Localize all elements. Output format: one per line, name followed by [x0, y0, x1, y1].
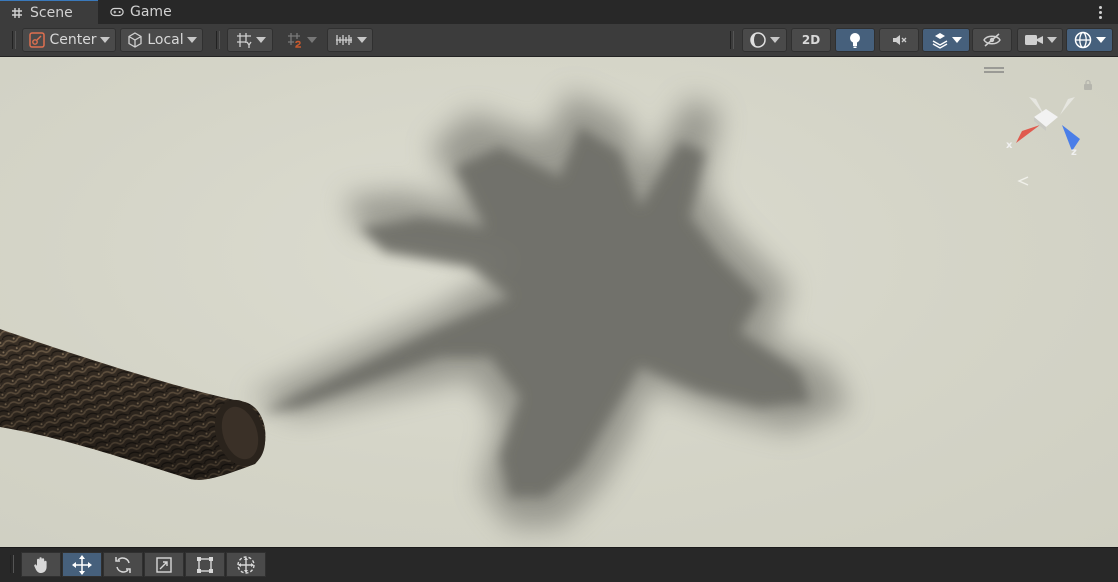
gamepad-icon: [110, 5, 124, 19]
scene-render: [0, 92, 850, 527]
audio-toggle[interactable]: [879, 28, 919, 52]
shading-sphere-icon: [749, 31, 767, 49]
more-options-icon[interactable]: [1092, 3, 1108, 21]
pivot-rotation-dropdown[interactable]: Local: [120, 28, 203, 52]
hand-tool-button[interactable]: [21, 552, 61, 577]
chevron-down-icon: [99, 37, 110, 43]
palm-shadow: [250, 92, 850, 527]
ruler-dropdown[interactable]: [327, 28, 373, 52]
hash-icon: [10, 6, 24, 20]
pivot-mode-dropdown[interactable]: Center: [22, 28, 116, 52]
ruler-icon: [334, 31, 354, 49]
projection-back-icon[interactable]: [1016, 175, 1030, 187]
scene-camera-dropdown[interactable]: [1017, 28, 1063, 52]
chevron-down-icon: [1046, 37, 1057, 43]
tab-scene[interactable]: Scene: [0, 0, 98, 24]
toolbar-grip: [12, 31, 16, 49]
transform-icon: [235, 554, 257, 576]
eye-hidden-icon: [982, 31, 1002, 49]
tab-game[interactable]: Game: [100, 0, 180, 24]
toolbar-grip: [730, 31, 734, 49]
pivot-rotation-label: Local: [147, 32, 184, 48]
gizmos-globe-icon: [1073, 30, 1093, 50]
hand-icon: [31, 555, 51, 575]
chevron-down-icon: [255, 37, 266, 43]
rotate-tool-button[interactable]: [103, 552, 143, 577]
lighting-toggle[interactable]: [835, 28, 875, 52]
overlay-menu-handle[interactable]: [984, 67, 1004, 73]
tab-scene-label: Scene: [30, 4, 73, 21]
camera-icon: [1024, 33, 1044, 47]
orientation-gizmo[interactable]: x z: [1004, 93, 1088, 186]
increment-snapping-dropdown[interactable]: [278, 28, 324, 52]
shading-mode-dropdown[interactable]: [742, 28, 787, 52]
audio-muted-icon: [890, 31, 908, 49]
axis-z-label: z: [1071, 147, 1077, 158]
lock-icon[interactable]: [1083, 79, 1093, 91]
layers-effects-icon: [931, 31, 949, 49]
toolbar-grip: [10, 555, 14, 573]
toggle-2d-button[interactable]: 2D: [791, 28, 831, 52]
scale-icon: [154, 555, 174, 575]
toolbar-grip: [216, 31, 220, 49]
axis-x-label: x: [1006, 140, 1013, 151]
pivot-center-icon: [28, 31, 46, 49]
rotate-icon: [113, 555, 133, 575]
palm-trunk: [0, 329, 266, 480]
scale-tool-button[interactable]: [144, 552, 184, 577]
tab-game-label: Game: [130, 4, 172, 20]
chevron-down-icon: [186, 37, 197, 43]
grid-snap-icon: [235, 31, 253, 49]
tools-overlay-bar: [0, 547, 1118, 582]
grid-snapping-dropdown[interactable]: [227, 28, 273, 52]
move-arrows-icon: [71, 554, 93, 576]
move-tool-button[interactable]: [62, 552, 102, 577]
chevron-down-icon: [356, 37, 367, 43]
axis-gizmo-icon: [1016, 97, 1080, 151]
transform-tool-button[interactable]: [226, 552, 266, 577]
scene-visibility-toggle[interactable]: [972, 28, 1012, 52]
cube-icon: [126, 31, 144, 49]
effects-dropdown[interactable]: [922, 28, 970, 52]
increment-snap-icon: [286, 31, 304, 49]
chevron-down-icon: [306, 37, 317, 43]
rect-tool-button[interactable]: [185, 552, 225, 577]
rect-transform-icon: [195, 555, 215, 575]
chevron-down-icon: [951, 37, 962, 43]
scene-tab-bar: Scene Game: [0, 0, 1118, 24]
chevron-down-icon: [1096, 37, 1106, 43]
scene-toolbar: Center Local 2D: [0, 24, 1118, 57]
lightbulb-icon: [848, 31, 862, 49]
gizmos-dropdown[interactable]: [1066, 28, 1113, 52]
pivot-mode-label: Center: [49, 32, 97, 48]
scene-viewport[interactable]: x z: [0, 57, 1118, 547]
chevron-down-icon: [770, 37, 780, 43]
toggle-2d-label: 2D: [801, 33, 821, 47]
